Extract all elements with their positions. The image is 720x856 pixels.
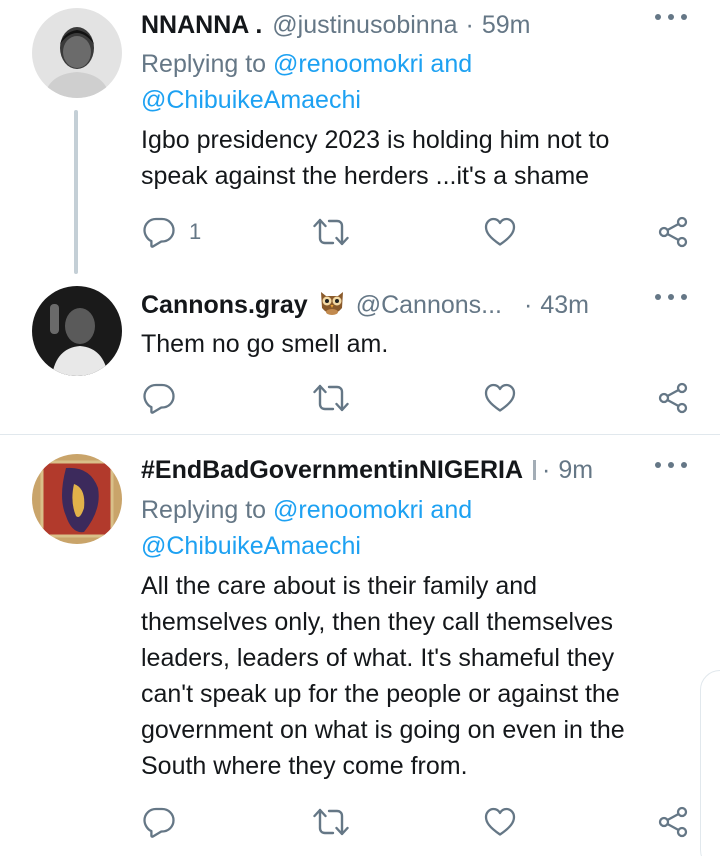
scroll-edge: [700, 670, 720, 856]
tweet-header: NNANNA . @justinusobinna · 59m: [141, 5, 641, 45]
tweet-header: #EndBadGovernmentinNIGERIA · 9m: [141, 450, 641, 490]
avatar[interactable]: [32, 454, 122, 544]
tweet-text-line: speak against the herders ...it's a sham…: [141, 162, 590, 190]
replying-to: Replying to @renoomokri and: [141, 46, 472, 82]
tweet-text-line: government on what is going on even in t…: [141, 716, 625, 744]
action-bar: 1: [141, 214, 701, 254]
truncated-emoji-icon: [533, 460, 536, 480]
retweet-icon: [313, 382, 349, 414]
reply-icon: [143, 216, 175, 248]
share-icon: [657, 216, 689, 248]
timestamp[interactable]: 43m: [540, 291, 589, 320]
tweet-text: Them no go smell am.: [141, 326, 701, 362]
mention-link[interactable]: @ChibuikeAmaechi: [141, 532, 361, 560]
retweet-button[interactable]: [313, 380, 349, 416]
more-icon[interactable]: [655, 290, 687, 304]
avatar[interactable]: [32, 8, 122, 98]
tweet-1[interactable]: NNANNA . @justinusobinna · 59m Replying …: [0, 0, 720, 280]
like-icon: [484, 217, 516, 247]
replying-to-line2: @ChibuikeAmaechi: [141, 528, 361, 564]
reply-button[interactable]: 1: [143, 214, 201, 250]
more-icon[interactable]: [655, 10, 687, 24]
replying-prefix: Replying to: [141, 50, 274, 78]
avatar-photo: [32, 454, 122, 544]
tweet-text-line: All the care about is their family and: [141, 572, 538, 600]
share-button[interactable]: [657, 804, 689, 840]
like-button[interactable]: [484, 214, 516, 250]
share-icon: [657, 806, 689, 838]
replying-and[interactable]: and: [423, 50, 472, 78]
share-button[interactable]: [657, 380, 689, 416]
like-icon: [484, 383, 516, 413]
tweet-header: Cannons.gray @Cannons... · 43m: [141, 285, 641, 325]
username[interactable]: @Cannons...: [356, 291, 502, 320]
tweet-text-line: Them no go smell am.: [141, 330, 389, 358]
display-name[interactable]: #EndBadGovernmentinNIGERIA: [141, 456, 523, 485]
tweet-text-line: can't speak up for the people or against…: [141, 680, 620, 708]
display-name[interactable]: Cannons.gray: [141, 291, 308, 320]
like-icon: [484, 807, 516, 837]
reply-icon: [143, 382, 175, 414]
retweet-button[interactable]: [313, 804, 349, 840]
tweet-divider: [0, 434, 720, 435]
mention-link[interactable]: @renoomokri: [273, 50, 423, 78]
tweet-text-line: themselves only, then they call themselv…: [141, 608, 613, 636]
tweet-text-line: South where they come from.: [141, 752, 468, 780]
retweet-button[interactable]: [313, 214, 349, 250]
tweet-text-line: Igbo presidency 2023 is holding him not …: [141, 126, 610, 154]
separator-dot: ·: [542, 455, 551, 484]
tweet-3[interactable]: #EndBadGovernmentinNIGERIA · 9m Replying…: [0, 448, 720, 856]
reply-icon: [143, 806, 175, 838]
reply-button[interactable]: [143, 380, 175, 416]
share-button[interactable]: [657, 214, 689, 250]
more-icon[interactable]: [655, 458, 687, 472]
avatar-photo: [32, 8, 122, 98]
mention-link[interactable]: @ChibuikeAmaechi: [141, 86, 361, 114]
reply-count: 1: [189, 219, 202, 244]
action-bar: [141, 380, 701, 420]
like-button[interactable]: [484, 380, 516, 416]
reply-button[interactable]: [143, 804, 175, 840]
timestamp[interactable]: 59m: [482, 11, 531, 40]
username[interactable]: @justinusobinna: [272, 11, 457, 40]
action-bar: [141, 804, 701, 844]
separator-dot: ·: [465, 10, 474, 39]
like-button[interactable]: [484, 804, 516, 840]
tweet-2[interactable]: Cannons.gray @Cannons... · 43m Them no g…: [0, 280, 720, 434]
replying-to-line2: @ChibuikeAmaechi: [141, 82, 361, 118]
mention-link[interactable]: @renoomokri: [273, 496, 423, 524]
retweet-icon: [313, 806, 349, 838]
avatar-photo: [32, 286, 122, 376]
thread-line: [74, 110, 78, 274]
owl-emoji-icon: [318, 288, 346, 323]
tweet-text-line: leaders, leaders of what. It's shameful …: [141, 644, 615, 672]
separator-dot: ·: [524, 290, 533, 319]
display-name[interactable]: NNANNA .: [141, 11, 262, 40]
timestamp[interactable]: 9m: [558, 456, 593, 485]
replying-to: Replying to @renoomokri and: [141, 492, 472, 528]
replying-prefix: Replying to: [141, 496, 274, 524]
replying-and[interactable]: and: [423, 496, 472, 524]
tweet-text: All the care about is their family and t…: [141, 568, 701, 784]
retweet-icon: [313, 216, 349, 248]
share-icon: [657, 382, 689, 414]
avatar[interactable]: [32, 286, 122, 376]
tweet-text: Igbo presidency 2023 is holding him not …: [141, 122, 701, 194]
